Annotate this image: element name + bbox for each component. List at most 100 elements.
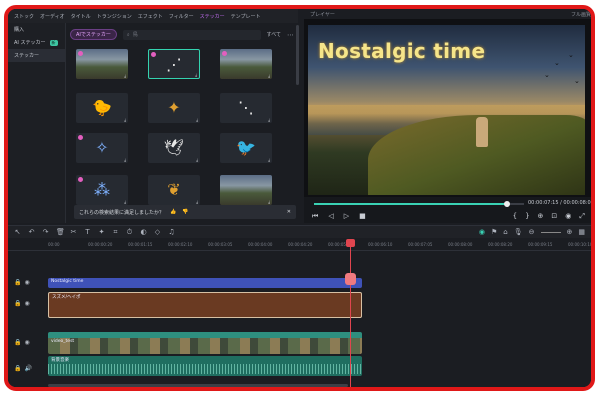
sticker-tile-sparkle[interactable]: ⁂ ⤓ [76,175,128,205]
playhead-handle[interactable] [346,239,355,247]
download-icon[interactable]: ⤓ [268,117,270,122]
thumbs-up-icon[interactable]: 👍 [170,209,176,215]
timeline-scrollbar[interactable] [48,384,348,387]
sticker-tile-leaves[interactable]: ✦ ⤓ [148,93,200,123]
zoom-out-icon[interactable]: ⊖ [529,228,535,236]
zoom-icon[interactable]: ⊕ [538,212,544,221]
lock-icon[interactable]: 🔒 [14,339,21,346]
sticker-tile-canary[interactable]: 🐤 ⤓ [76,93,128,123]
delete-icon[interactable]: 🗑 [56,228,65,236]
audio-edit-icon[interactable]: ♫ [168,228,175,236]
grid-icon[interactable]: ▦ [578,228,585,236]
eye-icon[interactable]: ◉ [24,300,29,307]
keyframe-icon[interactable]: ◇ [154,228,161,236]
speed-icon[interactable]: ⏱ [126,228,133,237]
zoom-slider[interactable] [540,231,561,233]
playback-track[interactable] [314,201,524,207]
sticker-tile-dove[interactable]: 🕊 ⤓ [148,133,200,163]
eye-icon[interactable]: ◉ [24,339,29,346]
feedback-question: これらの検索結果に満足しましたか？ [79,209,165,216]
prev-frame-icon[interactable]: ⏮ [312,212,318,221]
download-icon[interactable]: ⤓ [124,73,126,78]
title-clip[interactable]: Nostalgic time [48,278,362,288]
thumbs-down-icon[interactable]: 👎 [182,209,188,215]
sticker-clip[interactable]: スズメ/ヘイポ [48,292,362,318]
filter-dropdown[interactable]: すべて [267,31,281,38]
new-badge: 新 [49,39,58,46]
ruler-tick: 00:00 [48,242,60,247]
ruler-tick: 00:00:10:10 [568,242,593,247]
mark-out-icon[interactable]: } [525,212,529,221]
menu-stickers[interactable]: ステッカー [200,13,225,20]
eye-icon[interactable]: ◉ [24,279,29,286]
menu-audio[interactable]: オーディオ [40,13,65,20]
audio-icon[interactable]: ◉ [565,212,571,221]
snapshot-icon[interactable]: ⊡ [551,212,557,221]
text-icon[interactable]: T [84,228,91,236]
stop-icon[interactable]: ■ [359,212,366,221]
sticker-tile-photo[interactable]: ⤓ [220,49,272,79]
sticker-tile-feather[interactable]: ✧ ⤓ [76,133,128,163]
menu-effects[interactable]: エフェクト [138,13,163,20]
category-label: 購入 [14,27,25,33]
snap-icon[interactable]: ⌂ [503,228,507,236]
ai-sticker-button[interactable]: AIでステッカー [70,29,117,40]
color-icon[interactable]: ◐ [140,228,147,236]
playhead-marker[interactable] [345,273,356,285]
download-icon[interactable]: ⤓ [196,157,198,162]
grid-scrollbar[interactable] [296,25,299,85]
category-stickers[interactable]: ステッカー [8,49,65,62]
marker-icon[interactable]: ⚑ [491,228,497,236]
menu-stock[interactable]: ストック [14,13,34,20]
cut-icon[interactable]: ✂ [70,228,77,236]
category-ai-stickers[interactable]: AI ステッカー 新 [8,36,65,49]
overlay-title[interactable]: Nostalgic time [318,39,485,63]
lock-icon[interactable]: 🔒 [14,365,21,372]
download-icon[interactable]: ⤓ [268,73,270,78]
step-back-icon[interactable]: ◁ [328,212,333,221]
download-icon[interactable]: ⤓ [268,199,270,204]
select-icon[interactable]: ↖ [14,228,21,236]
menu-templates[interactable]: テンプレート [231,13,261,20]
playback-knob[interactable] [504,201,511,207]
render-icon[interactable]: ◉ [479,228,485,236]
video-clip[interactable]: video_test [48,332,362,354]
sticker-tile-photo[interactable]: ⤓ [220,175,272,205]
menu-filters[interactable]: フィルター [169,13,194,20]
download-icon[interactable]: ⤓ [196,199,198,204]
speaker-icon[interactable]: 🔊 [24,365,31,372]
sticker-tile-magpie[interactable]: 🐦 ⤓ [220,133,272,163]
playhead[interactable] [350,241,351,387]
redo-icon[interactable]: ↷ [42,228,49,236]
crop-icon[interactable]: ⌗ [112,228,119,237]
download-icon[interactable]: ⤓ [124,199,126,204]
download-icon[interactable]: ⤓ [195,72,197,77]
sticker-tile-photo[interactable]: ⤓ [76,49,128,79]
sticker-tile-birds[interactable]: ⋰ ⤓ [148,49,200,79]
search-input[interactable]: ⌕ 鳥 [122,29,261,40]
download-icon[interactable]: ⤓ [124,157,126,162]
download-icon[interactable]: ⤓ [196,117,198,122]
menu-titles[interactable]: タイトル [71,13,91,20]
play-icon[interactable]: ▷ [344,212,349,221]
more-icon[interactable]: ⋯ [287,31,294,39]
download-icon[interactable]: ⤓ [124,117,126,122]
sticker-tile-flock[interactable]: ⋱ ⤓ [220,93,272,123]
ai-tool-icon[interactable]: ✦ [98,228,105,236]
audio-clip[interactable]: 背景音楽 [48,356,362,376]
lock-icon[interactable]: 🔒 [14,279,21,286]
sticker-tile-wings[interactable]: ❦ ⤓ [148,175,200,205]
menu-transitions[interactable]: トランジション [97,13,132,20]
quality-select[interactable]: フル画質 [571,11,591,18]
zoom-in-icon[interactable]: ⊕ [567,228,573,236]
category-purchased[interactable]: 購入 [8,23,65,36]
fullscreen-icon[interactable]: ⤢ [579,212,585,221]
download-icon[interactable]: ⤓ [268,157,270,162]
mark-in-icon[interactable]: { [513,212,517,221]
ruler-tick: 00:00:09:15 [528,242,553,247]
undo-icon[interactable]: ↶ [28,228,35,236]
mic-icon[interactable]: 🎙 [514,228,523,236]
lock-icon[interactable]: 🔒 [14,300,21,307]
close-icon[interactable]: ✕ [287,209,291,215]
timeline-ruler[interactable]: 00:00 00:00:00:20 00:00:01:15 00:00:02:10 00… [8,239,591,251]
